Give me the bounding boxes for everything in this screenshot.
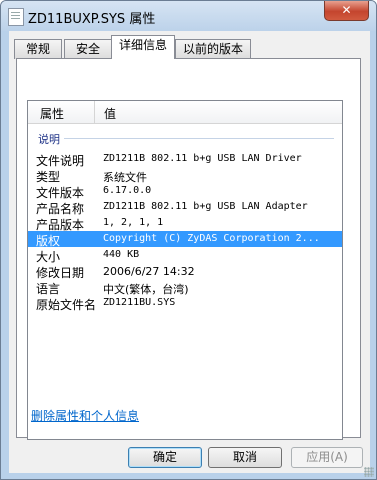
list-row[interactable]: 修改日期 2006/6/27 14:32 <box>28 263 342 280</box>
list-row[interactable]: 文件说明 ZD1211B 802.11 b+g USB LAN Driver <box>28 151 342 168</box>
group-divider <box>64 138 334 139</box>
close-button[interactable]: ✕ <box>324 1 369 21</box>
cancel-button[interactable]: 取消 <box>208 447 282 468</box>
row-value: ZD1211B 802.11 b+g USB LAN Driver <box>103 153 302 164</box>
tab-details[interactable]: 详细信息 <box>111 35 175 59</box>
row-value: ZD1211B 802.11 b+g USB LAN Adapter <box>103 201 308 212</box>
column-header-value[interactable]: 值 <box>104 105 116 122</box>
list-row[interactable]: 类型 系统文件 <box>28 167 342 184</box>
column-separator[interactable] <box>94 101 95 123</box>
tab-previous-versions[interactable]: 以前的版本 <box>175 39 251 59</box>
list-row[interactable]: 产品名称 ZD1211B 802.11 b+g USB LAN Adapter <box>28 199 342 216</box>
list-row[interactable]: 产品版本 1, 2, 1, 1 <box>28 215 342 232</box>
row-value: 6.17.0.0 <box>103 185 152 196</box>
tab-security[interactable]: 安全 <box>64 39 112 59</box>
details-panel: 属性 值 说明 文件说明 ZD1211B 802.11 b+g USB LAN … <box>16 58 361 440</box>
remove-properties-link[interactable]: 删除属性和个人信息 <box>31 407 139 424</box>
column-header-property[interactable]: 属性 <box>40 105 64 122</box>
list-row-selected[interactable]: 版权 Copyright (C) ZyDAS Corporation 2... <box>28 231 342 248</box>
list-row[interactable]: 原始文件名 ZD1211BU.SYS <box>28 295 342 312</box>
row-value: ZD1211BU.SYS <box>103 297 176 308</box>
tab-general[interactable]: 常规 <box>14 39 62 59</box>
list-row[interactable]: 大小 440 KB <box>28 247 342 264</box>
ok-button[interactable]: 确定 <box>128 447 202 468</box>
list-header: 属性 值 <box>28 101 342 124</box>
list-row[interactable]: 文件版本 6.17.0.0 <box>28 183 342 200</box>
apply-button: 应用(A) <box>291 447 363 468</box>
property-list[interactable]: 属性 值 说明 文件说明 ZD1211B 802.11 b+g USB LAN … <box>27 100 343 440</box>
row-value: Copyright (C) ZyDAS Corporation 2... <box>103 233 320 244</box>
dialog-body: 常规 安全 详细信息 以前的版本 属性 值 说明 文件说明 ZD1211B 80… <box>9 31 370 473</box>
row-value: 1, 2, 1, 1 <box>103 217 164 228</box>
row-key: 原始文件名 <box>36 298 97 312</box>
row-value: 2006/6/27 14:32 <box>103 265 195 278</box>
list-row[interactable]: 语言 中文(繁体，台湾) <box>28 279 342 296</box>
row-value: 440 KB <box>103 249 140 260</box>
window-title: ZD11BUXP.SYS 属性 <box>28 12 156 27</box>
title-bar[interactable]: ZD11BUXP.SYS 属性 ✕ <box>1 1 376 31</box>
group-header-description: 说明 <box>38 133 60 146</box>
file-icon <box>8 8 24 26</box>
properties-window: ZD11BUXP.SYS 属性 ✕ 常规 安全 详细信息 以前的版本 属性 值 … <box>0 0 377 480</box>
resize-grip-icon[interactable] <box>364 467 374 477</box>
